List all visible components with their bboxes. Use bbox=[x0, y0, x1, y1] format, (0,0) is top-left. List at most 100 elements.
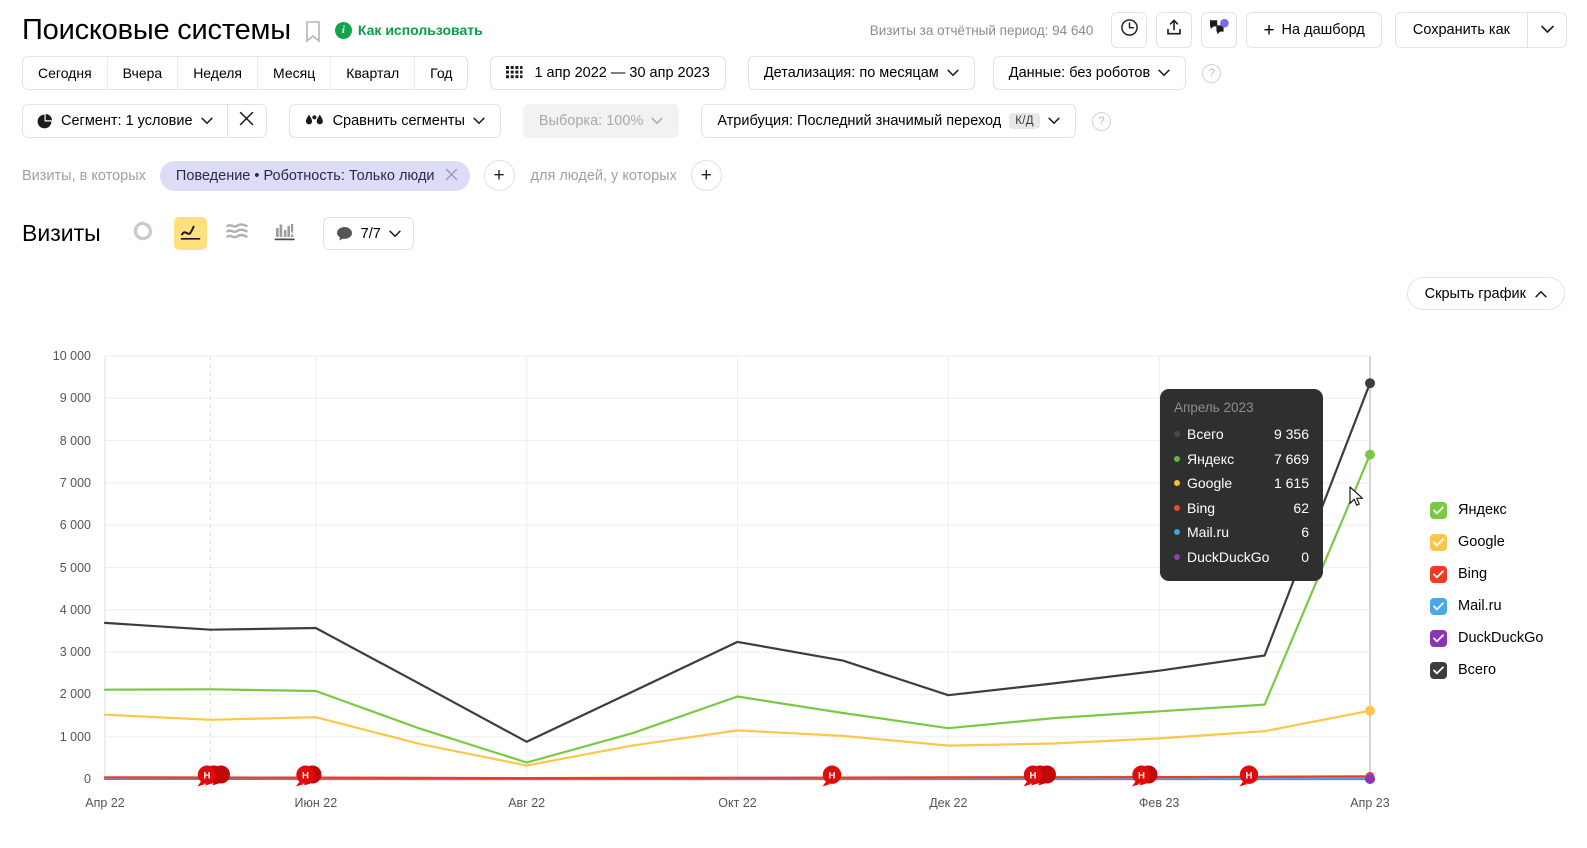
tooltip-series-value: 6 bbox=[1301, 524, 1309, 541]
legend-label: Mail.ru bbox=[1458, 598, 1502, 614]
share-button[interactable] bbox=[1156, 12, 1193, 48]
help-icon[interactable]: ? bbox=[1202, 63, 1222, 83]
legend-checkbox[interactable] bbox=[1430, 565, 1447, 583]
segment-label: Сегмент: 1 условие bbox=[61, 113, 193, 129]
add-people-filter-button[interactable]: + bbox=[690, 160, 722, 191]
chart-type-line-button[interactable] bbox=[173, 217, 207, 250]
bookmark-icon[interactable] bbox=[305, 21, 321, 43]
annotation-marker[interactable]: H bbox=[1238, 764, 1264, 795]
svg-text:H: H bbox=[1246, 771, 1253, 782]
save-as-group: Сохранить как bbox=[1394, 12, 1567, 48]
legend-item[interactable]: Яндекс bbox=[1430, 494, 1543, 526]
tooltip-row: Google 1 615 bbox=[1174, 471, 1309, 496]
legend-checkbox[interactable] bbox=[1430, 597, 1447, 615]
data-source-label: Данные: без роботов bbox=[1008, 65, 1151, 81]
chart-type-area-button[interactable] bbox=[221, 217, 254, 250]
add-visit-filter-button[interactable]: + bbox=[483, 160, 515, 191]
clock-button[interactable] bbox=[1111, 12, 1148, 48]
series-color-dot bbox=[1174, 504, 1180, 511]
svg-text:H: H bbox=[1138, 771, 1145, 782]
how-to-use-link[interactable]: i Как использовать bbox=[334, 21, 483, 39]
close-icon[interactable] bbox=[445, 168, 458, 184]
legend-item[interactable]: Google bbox=[1430, 526, 1543, 558]
save-as-button[interactable]: Сохранить как bbox=[1396, 13, 1527, 47]
legend-item[interactable]: Всего bbox=[1430, 654, 1543, 686]
attribution-help-icon[interactable]: ? bbox=[1091, 111, 1111, 131]
detalization-label: Детализация: по месяцам bbox=[763, 65, 939, 81]
chart-type-pie-button[interactable] bbox=[127, 217, 160, 250]
legend-label: Всего bbox=[1458, 662, 1497, 678]
line-chart-icon bbox=[180, 221, 201, 247]
annotation-marker[interactable]: H bbox=[196, 764, 236, 795]
chart-area: 01 000 2 000 3 000 4 000 5 000 6 000 7 000 8 00… bbox=[0, 338, 1587, 818]
annotation-marker[interactable]: H bbox=[1131, 764, 1164, 795]
legend-item[interactable]: Bing bbox=[1430, 558, 1543, 590]
legend-item[interactable]: DuckDuckGo bbox=[1430, 622, 1543, 654]
comments-selector[interactable]: 7/7 bbox=[322, 217, 414, 250]
legend-checkbox[interactable] bbox=[1430, 533, 1447, 551]
series-color-dot bbox=[1174, 553, 1180, 560]
tooltip-row: Mail.ru 6 bbox=[1174, 520, 1309, 545]
hide-chart-button[interactable]: Скрыть график bbox=[1406, 277, 1565, 310]
period-today[interactable]: Сегодня bbox=[23, 57, 108, 89]
save-as-label: Сохранить как bbox=[1412, 22, 1510, 38]
segment-dropdown[interactable]: Сегмент: 1 условие bbox=[23, 105, 227, 137]
add-to-dashboard-button[interactable]: + На дашборд bbox=[1246, 12, 1382, 48]
segment-clear-button[interactable] bbox=[226, 105, 266, 137]
filter-chip[interactable]: Поведение • Роботность: Только люди bbox=[159, 160, 470, 191]
annotation-marker[interactable]: H bbox=[1022, 764, 1062, 795]
tooltip-title: Апрель 2023 bbox=[1174, 400, 1254, 415]
svg-text:H: H bbox=[204, 771, 211, 782]
tooltip-series-name: Bing bbox=[1187, 499, 1216, 516]
annotation-marker[interactable]: H bbox=[821, 764, 847, 795]
period-quarter[interactable]: Квартал bbox=[331, 57, 416, 89]
info-icon: i bbox=[334, 21, 352, 39]
add-to-dashboard-label: На дашборд bbox=[1281, 22, 1365, 38]
segment-group: Сегмент: 1 условие bbox=[22, 104, 267, 138]
attribution-dropdown[interactable]: Атрибуция: Последний значимый переход К/… bbox=[701, 104, 1076, 138]
chart-type-bar-button[interactable] bbox=[268, 217, 301, 250]
save-as-dropdown-button[interactable] bbox=[1527, 13, 1566, 47]
chart-tooltip: Апрель 2023 Всего 9 356 Яндекс 7 669 Google 1… bbox=[1160, 389, 1323, 581]
tooltip-series-value: 1 615 bbox=[1273, 475, 1309, 492]
date-range-label: 1 апр 2022 — 30 апр 2023 bbox=[534, 65, 710, 81]
calendar-icon bbox=[506, 65, 523, 82]
detalization-dropdown[interactable]: Детализация: по месяцам bbox=[747, 56, 975, 90]
pie-chart-icon bbox=[133, 221, 153, 246]
legend-checkbox[interactable] bbox=[1430, 661, 1447, 679]
comments-button[interactable] bbox=[1201, 12, 1238, 48]
how-to-use-label: Как использовать bbox=[357, 22, 483, 38]
report-page: Поисковые системы i Как использовать Виз… bbox=[0, 0, 1587, 848]
period-week[interactable]: Неделя bbox=[178, 57, 259, 89]
legend-checkbox[interactable] bbox=[1430, 501, 1447, 519]
visits-total-label: Визиты за отчётный период: 94 640 bbox=[869, 22, 1094, 38]
period-month[interactable]: Месяц bbox=[258, 57, 332, 89]
legend-checkbox[interactable] bbox=[1430, 629, 1447, 647]
period-year[interactable]: Год bbox=[415, 57, 467, 89]
chevron-up-icon bbox=[1535, 290, 1547, 298]
series-point bbox=[1365, 449, 1375, 460]
compare-segments-dropdown[interactable]: Сравнить сегменты bbox=[288, 104, 501, 138]
date-range-picker[interactable]: 1 апр 2022 — 30 апр 2023 bbox=[490, 56, 726, 90]
sample-dropdown[interactable]: Выборка: 100% bbox=[522, 104, 680, 138]
annotation-marker[interactable]: H bbox=[295, 764, 328, 795]
tooltip-series-value: 62 bbox=[1293, 499, 1309, 516]
series-color-dot bbox=[1174, 480, 1180, 487]
tooltip-row: Всего 9 356 bbox=[1174, 422, 1309, 447]
series-color-dot bbox=[1174, 455, 1180, 462]
attribution-badge: К/Д bbox=[1009, 113, 1040, 129]
page-header: Поисковые системы i Как использовать Виз… bbox=[0, 0, 1587, 48]
chevron-down-icon bbox=[947, 65, 959, 81]
plus-icon: + bbox=[493, 164, 505, 186]
legend-item[interactable]: Mail.ru bbox=[1430, 590, 1543, 622]
sample-label: Выборка: 100% bbox=[538, 113, 644, 129]
series-point bbox=[1365, 378, 1375, 389]
tooltip-row: Яндекс 7 669 bbox=[1174, 447, 1309, 472]
tooltip-row: DuckDuckGo 0 bbox=[1174, 545, 1309, 570]
period-yesterday[interactable]: Вчера bbox=[108, 57, 179, 89]
chart-plot bbox=[103, 355, 1375, 784]
data-source-dropdown[interactable]: Данные: без роботов bbox=[992, 56, 1187, 90]
filter-middle-label: для людей, у которых bbox=[530, 167, 677, 184]
plus-icon: + bbox=[1263, 19, 1275, 41]
compare-segments-label: Сравнить сегменты bbox=[332, 113, 465, 129]
